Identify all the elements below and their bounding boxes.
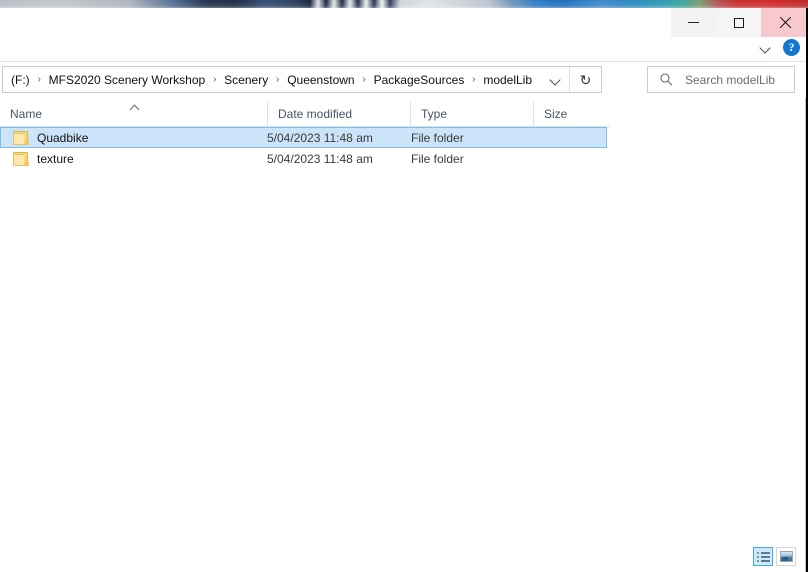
file-explorer-window: ? (F:) › MFS2020 Scenery Workshop › Scen… [0, 0, 808, 572]
file-date-cell: 5/04/2023 11:48 am [267, 151, 373, 166]
column-header-date-modified[interactable]: Date modified [267, 102, 410, 126]
window-controls [671, 8, 807, 37]
wallpaper-fade-overlay [0, 0, 808, 8]
file-date-cell: 5/04/2023 11:48 am [267, 130, 373, 145]
details-view-icon [756, 551, 770, 563]
refresh-icon: ↻ [579, 71, 592, 88]
file-size-cell [534, 128, 606, 147]
sort-ascending-icon [130, 103, 141, 111]
breadcrumb-separator: › [213, 74, 217, 85]
minimize-icon [688, 22, 699, 23]
details-view-button[interactable] [753, 547, 773, 566]
column-header-name[interactable]: Name [0, 102, 267, 126]
column-header-size[interactable]: Size [533, 102, 610, 126]
file-size-cell [534, 149, 606, 168]
breadcrumb-item-queenstown[interactable]: Queenstown [284, 71, 357, 89]
maximize-icon [733, 17, 744, 28]
search-placeholder: Search modelLib [685, 72, 776, 87]
maximize-button[interactable] [716, 8, 761, 37]
breadcrumb-separator: › [37, 74, 41, 85]
table-row[interactable]: texture 5/04/2023 11:48 am File folder [0, 148, 607, 169]
column-header-name-label: Name [10, 107, 43, 121]
chevron-down-icon [549, 73, 563, 87]
file-list: Quadbike 5/04/2023 11:48 am File folder … [0, 127, 808, 169]
search-box[interactable]: Search modelLib [647, 66, 795, 93]
breadcrumb-separator: › [362, 74, 366, 85]
ribbon-controls: ? [759, 39, 800, 56]
column-header-type[interactable]: Type [410, 102, 533, 126]
desktop-wallpaper-strip [0, 0, 808, 8]
title-bar[interactable] [0, 8, 808, 37]
breadcrumb-item-modellib[interactable]: modelLib [480, 71, 535, 89]
refresh-button[interactable]: ↻ [569, 67, 601, 92]
breadcrumb[interactable]: (F:) › MFS2020 Scenery Workshop › Scener… [3, 71, 543, 89]
view-switch-group [753, 547, 796, 566]
help-icon[interactable]: ? [783, 39, 800, 56]
breadcrumb-separator: › [276, 74, 280, 85]
file-name-text: Quadbike [37, 130, 89, 145]
column-header-size-label: Size [544, 107, 568, 121]
column-header-type-label: Type [421, 107, 448, 121]
address-bar[interactable]: (F:) › MFS2020 Scenery Workshop › Scener… [2, 66, 602, 93]
close-icon [778, 16, 791, 29]
breadcrumb-separator: › [472, 74, 476, 85]
file-name-cell: Quadbike [1, 128, 267, 147]
ribbon-bar: ? [0, 37, 808, 62]
large-icons-view-button[interactable] [776, 547, 796, 566]
file-list-area[interactable]: Quadbike 5/04/2023 11:48 am File folder … [0, 127, 806, 572]
address-dropdown-button[interactable] [543, 67, 569, 92]
file-type-cell: File folder [411, 130, 464, 145]
chevron-down-icon[interactable] [759, 41, 773, 55]
breadcrumb-item-scenery[interactable]: Scenery [221, 71, 271, 89]
file-name-cell: texture [1, 149, 267, 168]
breadcrumb-item-drive[interactable]: (F:) [8, 71, 33, 89]
window-right-border-soft [805, 98, 806, 572]
folder-icon [13, 130, 29, 145]
file-name-text: texture [37, 151, 74, 166]
close-button[interactable] [761, 8, 807, 37]
column-header-date-modified-label: Date modified [278, 107, 353, 121]
address-bar-row: (F:) › MFS2020 Scenery Workshop › Scener… [0, 62, 808, 98]
table-row[interactable]: Quadbike 5/04/2023 11:48 am File folder [0, 127, 607, 148]
search-icon [660, 73, 678, 86]
breadcrumb-item-packagesources[interactable]: PackageSources [371, 71, 468, 89]
folder-icon [13, 151, 29, 166]
breadcrumb-item-mfs2020-scenery-workshop[interactable]: MFS2020 Scenery Workshop [46, 71, 209, 89]
minimize-button[interactable] [671, 8, 716, 37]
large-icons-view-icon [779, 551, 793, 562]
column-headers: Name Date modified Type Size [0, 102, 610, 127]
file-type-cell: File folder [411, 151, 464, 166]
